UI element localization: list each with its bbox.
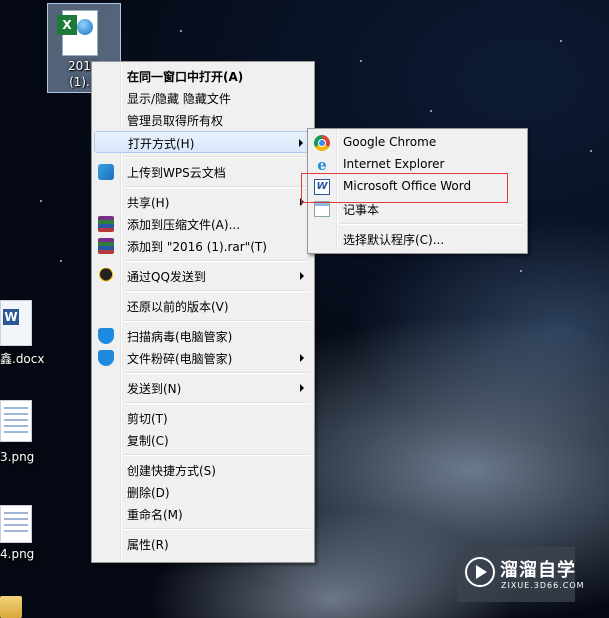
star: [180, 30, 182, 32]
folder-icon[interactable]: [0, 596, 22, 618]
menu-item-create-shortcut[interactable]: 创建快捷方式(S): [94, 459, 312, 481]
menu-item-file-shredder[interactable]: 文件粉碎(电脑管家): [94, 347, 312, 369]
submenu-arrow-icon: [300, 384, 304, 392]
menu-item-scan-virus[interactable]: 扫描病毒(电脑管家): [94, 325, 312, 347]
qq-icon: [98, 268, 114, 284]
globe-icon: [77, 19, 93, 35]
menu-separator: [124, 186, 310, 188]
menu-item-add-to-rar[interactable]: 添加到 "2016 (1).rar"(T): [94, 235, 312, 257]
menu-separator: [124, 528, 310, 530]
watermark-title: 溜溜自学: [500, 560, 576, 581]
menu-separator: [124, 290, 310, 292]
menu-item-properties[interactable]: 属性(R): [94, 533, 312, 555]
menu-separator: [124, 402, 310, 404]
submenu-arrow-icon: [300, 272, 304, 280]
word-letter-icon: W: [3, 309, 19, 325]
context-menu: 在同一窗口中打开(A) 显示/隐藏 隐藏文件 管理员取得所有权 打开方式(H) …: [91, 61, 315, 563]
desktop-icon-label: 3.png: [0, 450, 35, 464]
menu-item-share[interactable]: 共享(H): [94, 191, 312, 213]
pc-manager-shield-icon: [98, 328, 114, 344]
notepad-icon: [314, 201, 330, 217]
submenu-arrow-icon: [300, 354, 304, 362]
menu-item-send-to[interactable]: 发送到(N): [94, 377, 312, 399]
desktop-icon-docx[interactable]: W 鑫.docx: [0, 300, 44, 370]
menu-item-send-via-qq[interactable]: 通过QQ发送到: [94, 265, 312, 287]
menu-separator: [124, 260, 310, 262]
word-doc-icon: W: [0, 300, 32, 346]
desktop-icon-png-3[interactable]: 3.png: [0, 400, 40, 470]
winrar-icon: [98, 238, 114, 254]
menu-item-open-with[interactable]: 打开方式(H): [94, 131, 312, 153]
menu-item-upload-wps[interactable]: 上传到WPS云文档: [94, 161, 312, 183]
winrar-icon: [98, 216, 114, 232]
menu-item-open-same-window[interactable]: 在同一窗口中打开(A): [94, 65, 312, 87]
star: [60, 260, 62, 262]
menu-separator: [124, 372, 310, 374]
star: [40, 200, 42, 202]
menu-separator: [124, 320, 310, 322]
desktop-icon-label: 鑫.docx: [0, 352, 45, 366]
excel-icon: X: [57, 15, 77, 35]
ie-icon: e: [317, 156, 327, 174]
star: [520, 270, 522, 272]
open-with-chrome[interactable]: Google Chrome: [310, 132, 525, 154]
wps-cloud-icon: [98, 164, 114, 180]
menu-item-restore-previous[interactable]: 还原以前的版本(V): [94, 295, 312, 317]
menu-separator: [340, 223, 523, 225]
star: [430, 110, 432, 112]
excel-html-file-icon: X: [57, 10, 98, 56]
menu-separator: [124, 156, 310, 158]
image-thumbnail-icon: [0, 505, 32, 543]
star: [590, 150, 592, 152]
star: [560, 40, 562, 42]
menu-item-cut[interactable]: 剪切(T): [94, 407, 312, 429]
watermark: 溜溜自学 ZIXUE.3D66.COM: [457, 547, 584, 602]
watermark-subtitle: ZIXUE.3D66.COM: [501, 581, 585, 590]
highlight-annotation-box: [301, 173, 508, 203]
menu-item-take-ownership[interactable]: 管理员取得所有权: [94, 109, 312, 131]
desktop-icon-label: 4.png: [0, 547, 35, 561]
submenu-arrow-icon: [299, 139, 303, 147]
play-logo-icon: [465, 557, 495, 587]
desktop-icon-png-4[interactable]: 4.png: [0, 505, 40, 570]
star: [360, 60, 362, 62]
menu-item-copy[interactable]: 复制(C): [94, 429, 312, 451]
pc-manager-shield-icon: [98, 350, 114, 366]
menu-item-delete[interactable]: 删除(D): [94, 481, 312, 503]
chrome-icon: [314, 135, 330, 151]
open-with-choose-default[interactable]: 选择默认程序(C)...: [310, 228, 525, 250]
image-thumbnail-icon: [0, 400, 32, 442]
menu-separator: [124, 454, 310, 456]
menu-item-add-to-archive[interactable]: 添加到压缩文件(A)...: [94, 213, 312, 235]
menu-item-rename[interactable]: 重命名(M): [94, 503, 312, 525]
menu-item-show-hide-hidden[interactable]: 显示/隐藏 隐藏文件: [94, 87, 312, 109]
